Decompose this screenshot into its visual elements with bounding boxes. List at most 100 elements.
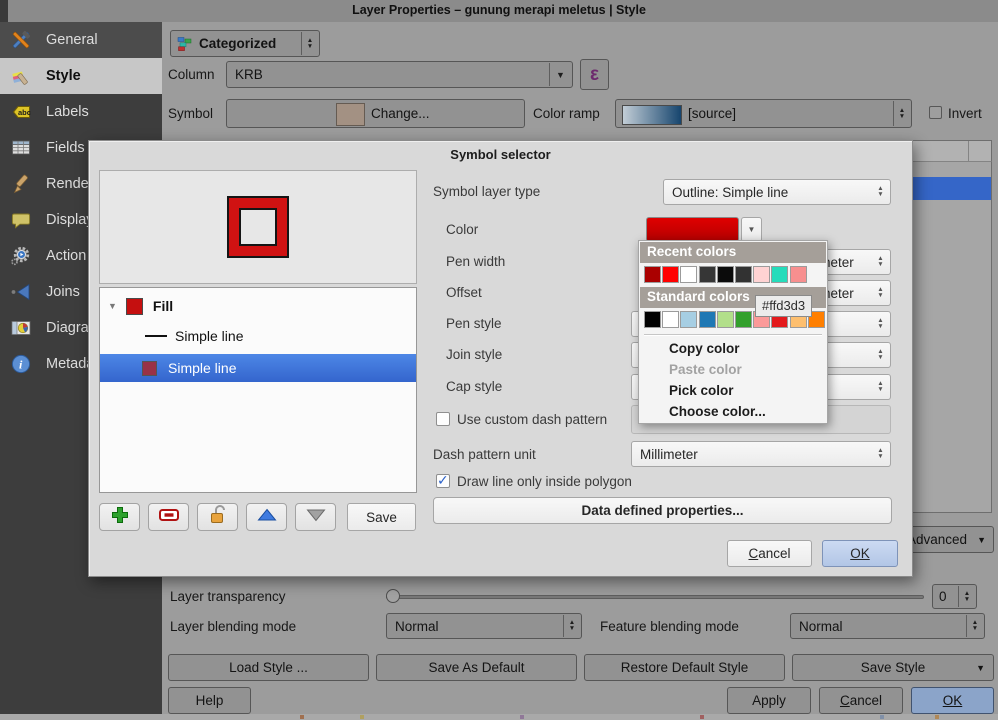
spinner-arrows[interactable]: ▲▼ [873, 250, 888, 274]
symbol-label: Symbol [168, 106, 213, 121]
color-swatch[interactable] [662, 266, 679, 283]
dialog-ok-button[interactable]: OK [822, 540, 898, 567]
symbol-preview-square [229, 198, 287, 256]
feature-blending-select[interactable]: Normal ▲▼ [790, 613, 985, 639]
choose-color-menu-item[interactable]: Choose color... [640, 401, 826, 422]
layer-blending-select[interactable]: Normal ▲▼ [386, 613, 582, 639]
color-swatch[interactable] [699, 266, 716, 283]
feature-blending-value: Normal [799, 614, 843, 638]
spinner-arrows[interactable]: ▲▼ [966, 615, 983, 637]
spinner-arrows[interactable]: ▲▼ [873, 375, 888, 399]
svg-text:abc: abc [18, 108, 31, 117]
tree-item-simple-line-selected[interactable]: Simple line [100, 354, 416, 382]
color-swatch[interactable] [735, 311, 752, 328]
ok-button[interactable]: OK [911, 687, 994, 714]
color-swatch[interactable] [680, 311, 697, 328]
color-swatch[interactable] [680, 266, 697, 283]
dash-pattern-unit-value: Millimeter [640, 442, 698, 466]
remove-layer-button[interactable] [148, 503, 189, 531]
help-button[interactable]: Help [168, 687, 251, 714]
spinner-arrows[interactable]: ▲▼ [873, 180, 888, 204]
spinner-arrows[interactable]: ▲▼ [873, 343, 888, 367]
spinner-arrows[interactable]: ▲▼ [873, 312, 888, 336]
window-titlebar[interactable]: Layer Properties – gunung merapi meletus… [0, 0, 998, 22]
cancel-button[interactable]: Cancel [819, 687, 903, 714]
up-triangle-icon [256, 507, 278, 528]
tree-item-label: Fill [153, 298, 173, 314]
pick-color-menu-item[interactable]: Pick color [640, 380, 826, 401]
lock-button[interactable] [197, 503, 238, 531]
transparency-spinbox[interactable]: 0 ▲▼ [932, 584, 977, 609]
sidebar-item-style[interactable]: Style [0, 58, 162, 94]
symbol-layer-type-select[interactable]: Outline: Simple line ▲▼ [663, 179, 891, 205]
color-label: Color [446, 222, 478, 237]
dialog-cancel-button[interactable]: Cancel [727, 540, 812, 567]
color-swatch[interactable] [644, 311, 661, 328]
column-select[interactable]: KRB ▼ [226, 61, 573, 88]
use-custom-dash-checkbox[interactable] [436, 412, 450, 426]
data-defined-label: Data defined properties... [581, 503, 743, 518]
transparency-slider-handle[interactable] [386, 589, 400, 603]
spinner-arrows[interactable]: ▲▼ [958, 586, 975, 607]
dash-pattern-unit-select[interactable]: Millimeter ▲▼ [631, 441, 891, 467]
draw-inside-polygon-checkbox[interactable]: ✓ [436, 474, 450, 488]
invert-checkbox[interactable] [929, 106, 942, 119]
open-lock-icon [208, 505, 228, 530]
data-defined-properties-button[interactable]: Data defined properties... [433, 497, 892, 524]
recent-colors-header: Recent colors [640, 242, 826, 263]
cap-style-label: Cap style [446, 379, 502, 394]
invert-label: Invert [948, 106, 982, 121]
color-swatch[interactable] [753, 266, 770, 283]
apply-button[interactable]: Apply [727, 687, 811, 714]
chevron-down-icon[interactable]: ▼ [549, 63, 571, 86]
speech-bubble-icon [9, 208, 33, 232]
add-layer-button[interactable] [99, 503, 140, 531]
expander-icon[interactable]: ▼ [108, 301, 117, 311]
color-swatch[interactable] [717, 311, 734, 328]
column-label: Column [168, 67, 215, 82]
spinner-arrows[interactable]: ▲▼ [873, 442, 888, 466]
renderer-type-value: Categorized [199, 31, 276, 56]
color-swatch[interactable] [771, 266, 788, 283]
move-up-button[interactable] [246, 503, 287, 531]
color-ramp-select[interactable]: [source] ▲▼ [615, 99, 912, 128]
color-swatch[interactable] [735, 266, 752, 283]
copy-color-menu-item[interactable]: Copy color [640, 338, 826, 359]
sidebar-item-general[interactable]: General [0, 22, 162, 59]
color-swatch[interactable] [699, 311, 716, 328]
gear-action-icon [9, 244, 33, 268]
symbol-preview-panel [99, 170, 417, 284]
spinner-arrows[interactable]: ▲▼ [563, 615, 580, 637]
sidebar-item-label: Render [46, 176, 94, 192]
color-button[interactable] [646, 217, 739, 242]
spinner-arrows[interactable]: ▲▼ [873, 281, 888, 305]
info-icon: i [9, 352, 33, 376]
color-swatch[interactable] [790, 266, 807, 283]
spinner-arrows[interactable]: ▲▼ [893, 101, 910, 126]
layer-blending-label: Layer blending mode [170, 619, 296, 634]
expression-button[interactable]: ε [580, 59, 609, 90]
color-swatch[interactable] [717, 266, 734, 283]
symbol-change-button[interactable]: Change... [226, 99, 525, 128]
brush-icon [9, 172, 33, 196]
color-dropdown-arrow-button[interactable]: ▼ [741, 217, 762, 242]
save-symbol-button[interactable]: Save [347, 503, 416, 531]
transparency-slider-track[interactable] [386, 595, 924, 599]
sidebar-item-label: Display [46, 212, 94, 228]
column-divider [968, 141, 969, 161]
tree-item-fill[interactable]: ▼ Fill [100, 294, 416, 318]
spinner-arrows[interactable]: ▲▼ [301, 32, 318, 55]
color-swatch[interactable] [662, 311, 679, 328]
renderer-type-select[interactable]: Categorized ▲▼ [170, 30, 320, 57]
load-style-button[interactable]: Load Style ... [168, 654, 369, 681]
sidebar-item-labels[interactable]: abc Labels [0, 94, 162, 130]
color-dropdown-menu: Recent colors Standard colors Copy [638, 240, 828, 424]
save-as-default-button[interactable]: Save As Default [376, 654, 577, 681]
offset-label: Offset [446, 285, 482, 300]
move-down-button[interactable] [295, 503, 336, 531]
save-style-button[interactable]: Save Style ▼ [792, 654, 994, 681]
window-edge [0, 0, 8, 22]
tree-item-outline[interactable]: Simple line [100, 324, 416, 348]
color-swatch[interactable] [644, 266, 661, 283]
restore-default-style-button[interactable]: Restore Default Style [584, 654, 785, 681]
